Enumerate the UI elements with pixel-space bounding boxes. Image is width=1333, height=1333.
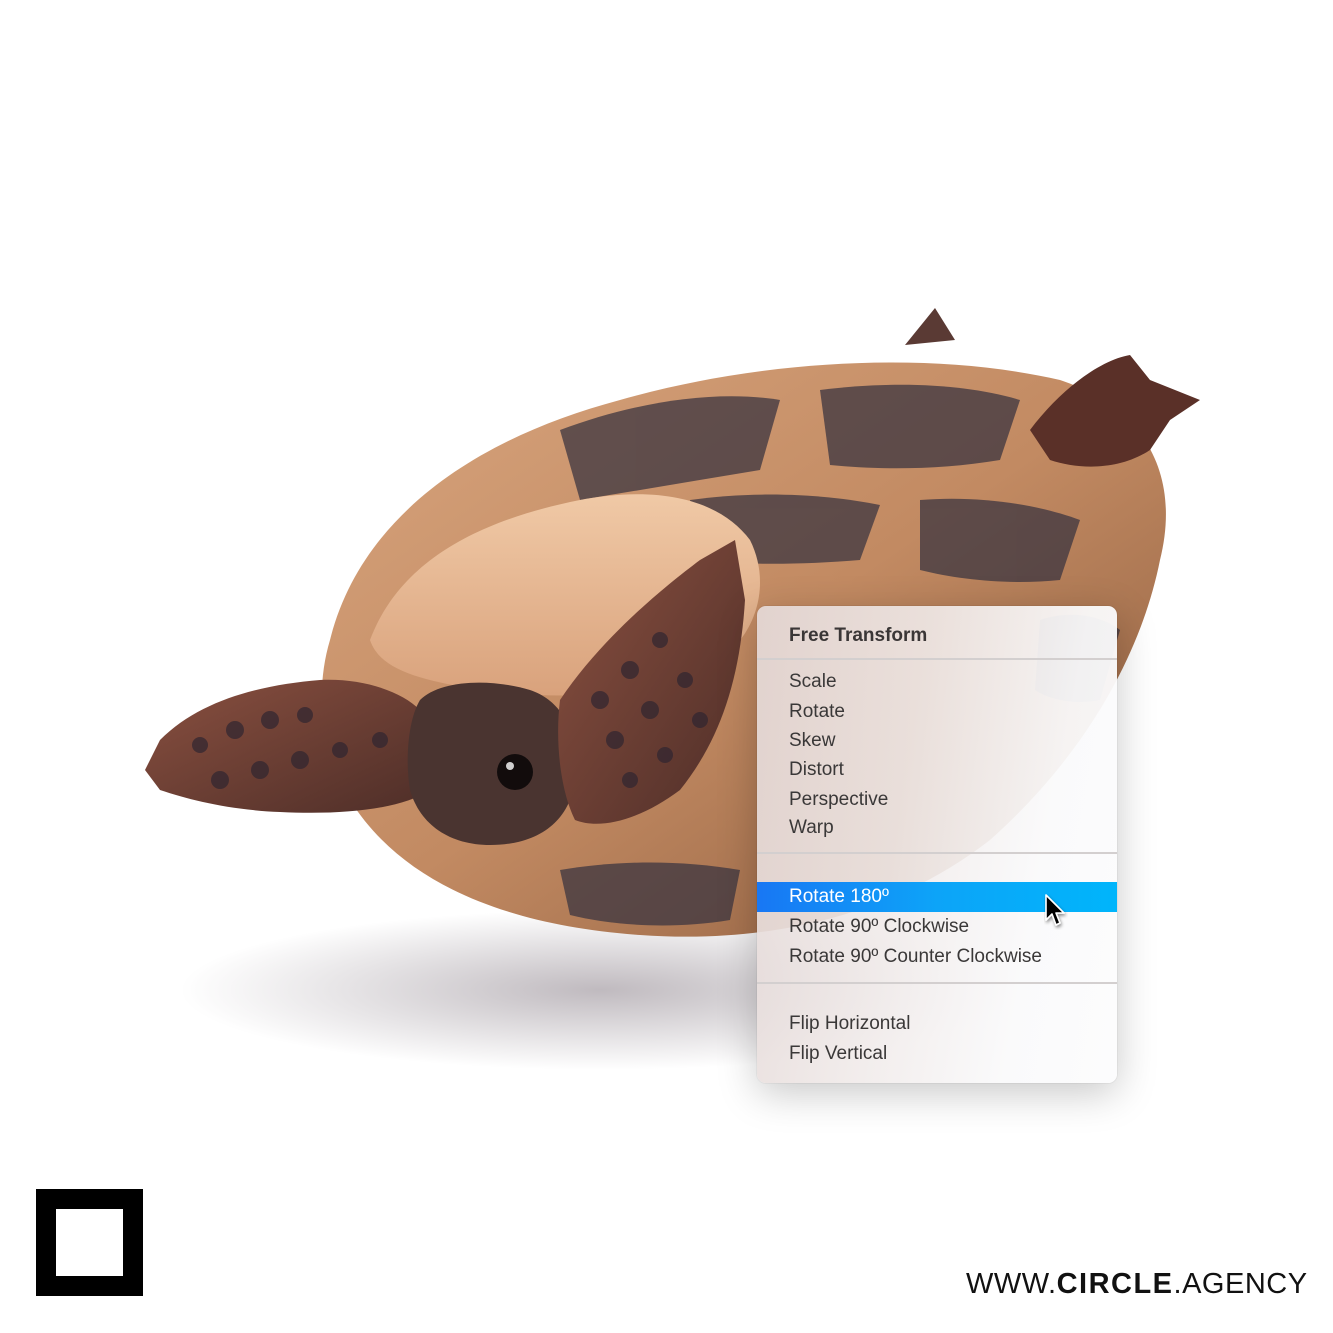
menu-item-perspective[interactable]: Perspective — [757, 785, 1117, 815]
menu-separator — [757, 852, 1117, 854]
menu-separator — [757, 982, 1117, 984]
head — [407, 682, 576, 845]
website-prefix: WWW. — [966, 1268, 1057, 1300]
menu-item-distort[interactable]: Distort — [757, 755, 1117, 785]
tail — [905, 308, 955, 345]
back-foot — [1030, 355, 1200, 467]
front-leg-left — [145, 679, 430, 813]
menu-item-flip-vertical[interactable]: Flip Vertical — [757, 1039, 1117, 1069]
menu-item-flip-horizontal[interactable]: Flip Horizontal — [757, 1009, 1117, 1039]
website-brand: CIRCLE — [1056, 1268, 1174, 1300]
menu-separator — [757, 658, 1117, 660]
free-transform-context-menu: Free Transform Scale Rotate Skew Distort… — [757, 606, 1117, 1083]
menu-item-scale[interactable]: Scale — [757, 667, 1117, 697]
website-suffix: .AGENCY — [1173, 1268, 1308, 1300]
mouse-pointer-icon — [1045, 894, 1065, 926]
eye — [497, 754, 533, 790]
circle-agency-logo — [36, 1189, 143, 1296]
website-url[interactable]: WWW.CIRCLE.AGENCY — [966, 1268, 1308, 1301]
menu-header-free-transform: Free Transform — [789, 625, 928, 646]
menu-item-rotate-90-ccw[interactable]: Rotate 90º Counter Clockwise — [757, 942, 1117, 972]
tortoise-photo — [0, 0, 1333, 1333]
menu-item-skew[interactable]: Skew — [757, 726, 1117, 756]
menu-item-warp[interactable]: Warp — [757, 813, 1117, 843]
tortoise-illustration — [145, 308, 1200, 1070]
menu-item-rotate[interactable]: Rotate — [757, 697, 1117, 727]
